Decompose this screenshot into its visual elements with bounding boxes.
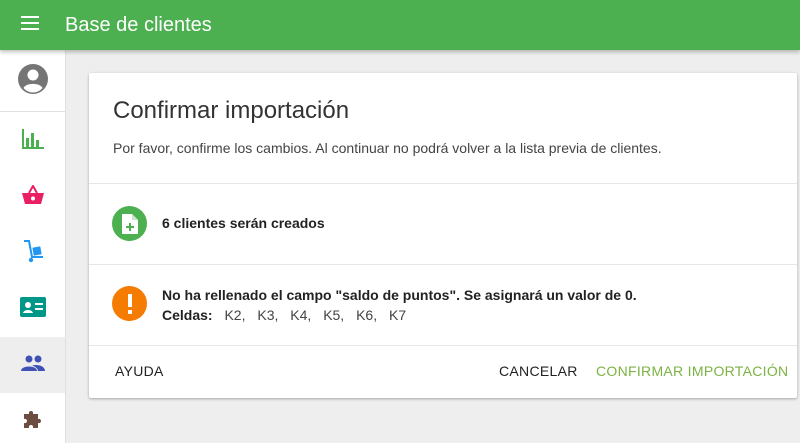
account-circle-icon [17, 63, 49, 100]
bar-chart-icon [21, 128, 44, 154]
sidebar-item-account[interactable] [0, 53, 65, 109]
sidebar-item-extensions[interactable] [0, 393, 65, 443]
alert-icon [112, 286, 147, 321]
cell-ref: K6, [356, 307, 378, 323]
sidebar [0, 50, 66, 443]
warning-message: No ha rellenado el campo "saldo de punto… [162, 287, 637, 303]
divider [89, 183, 797, 184]
app-title: Base de clientes [65, 13, 212, 36]
dialog-title: Confirmar importación [113, 97, 350, 124]
contact-card-icon [19, 296, 46, 322]
sidebar-item-sales[interactable] [0, 169, 65, 225]
confirm-import-dialog: Confirmar importación Por favor, confirm… [89, 73, 797, 398]
cell-ref: K3, [257, 307, 279, 323]
divider [89, 264, 797, 265]
dialog-subtitle: Por favor, confirme los cambios. Al cont… [113, 140, 662, 156]
puzzle-icon [22, 408, 44, 435]
divider [89, 345, 797, 346]
file-add-icon [112, 206, 147, 241]
sidebar-divider [0, 111, 65, 112]
sidebar-item-logistics[interactable] [0, 225, 65, 281]
cell-ref: K7 [389, 307, 407, 323]
sidebar-item-stats[interactable] [0, 113, 65, 169]
hand-truck-icon [21, 239, 45, 268]
created-message: 6 clientes serán creados [162, 215, 325, 231]
people-icon [20, 355, 45, 376]
cells-label: Celdas: [162, 307, 213, 323]
cancel-button[interactable]: CANCELAR [499, 363, 578, 379]
sidebar-item-contacts[interactable] [0, 281, 65, 337]
sidebar-item-customers[interactable] [0, 337, 65, 393]
cells-list: Celdas: K2, K3, K4, K5, K6, K7 [162, 307, 406, 323]
app-bar: Base de clientes [0, 0, 800, 50]
cell-ref: K5, [323, 307, 345, 323]
cell-ref: K4, [290, 307, 312, 323]
confirm-import-button[interactable]: CONFIRMAR IMPORTACIÓN [596, 363, 788, 379]
menu-button[interactable] [0, 0, 60, 50]
hamburger-menu-icon [21, 15, 39, 35]
help-button[interactable]: AYUDA [115, 363, 164, 379]
cell-ref: K2, [224, 307, 246, 323]
shopping-basket-icon [21, 183, 45, 210]
